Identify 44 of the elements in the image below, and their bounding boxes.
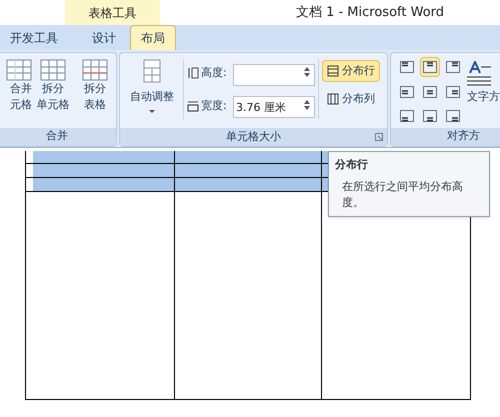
tooltip-text: 在所选行之间平均分布高度。 bbox=[341, 178, 464, 210]
context-tab-header: 表格工具 bbox=[65, 0, 160, 25]
align-icon bbox=[423, 86, 437, 98]
tooltip-title: 分布行 bbox=[335, 157, 369, 173]
text-direction-button[interactable]: 文字方 bbox=[467, 57, 500, 128]
column-width-icon bbox=[187, 100, 199, 112]
align-icon bbox=[446, 110, 460, 122]
spin-arrows-icon[interactable] bbox=[304, 98, 310, 110]
align-icon bbox=[423, 110, 437, 122]
spin-field[interactable]: 3.76 厘米 bbox=[233, 96, 315, 118]
ribbon-tab[interactable]: 布局 bbox=[130, 25, 176, 50]
spin-arrows-icon[interactable] bbox=[304, 66, 310, 78]
group-label: 对齐方 bbox=[391, 128, 500, 146]
table-icon bbox=[40, 59, 66, 81]
table-icon bbox=[143, 59, 161, 83]
align-icon bbox=[400, 61, 414, 73]
table-icon bbox=[6, 59, 32, 81]
dialog-launcher-icon[interactable] bbox=[375, 133, 383, 141]
ribbon-button[interactable]: 拆分 表格 bbox=[74, 53, 116, 128]
align-icon bbox=[446, 61, 460, 73]
ribbon-button[interactable]: 合并 元格 bbox=[0, 53, 32, 128]
field-label: 宽度: bbox=[201, 98, 228, 114]
ribbon-tab[interactable]: 设计 bbox=[78, 25, 130, 50]
align-icon bbox=[446, 86, 460, 98]
table-icon bbox=[82, 59, 108, 81]
distribute-button[interactable]: 分布列 bbox=[322, 88, 380, 110]
align-icon bbox=[423, 61, 437, 73]
align-icon bbox=[400, 86, 414, 98]
align-icon bbox=[400, 110, 414, 122]
group-label: 合并 bbox=[0, 128, 116, 146]
distribute-icon bbox=[327, 93, 339, 105]
distribute-icon bbox=[327, 65, 339, 77]
distribute-button[interactable]: 分布行 bbox=[322, 60, 380, 82]
window-title: 文档 1 - Microsoft Word bbox=[296, 4, 444, 22]
text-direction-icon bbox=[467, 61, 491, 87]
row-height-icon bbox=[187, 67, 199, 80]
group-label: 单元格大小 bbox=[225, 128, 282, 145]
ribbon-tab[interactable]: 开发工具 bbox=[0, 25, 68, 50]
alignment-button[interactable] bbox=[420, 57, 440, 77]
field-label: 高度: bbox=[201, 65, 228, 81]
dropdown-arrow-icon bbox=[149, 110, 155, 112]
ribbon-button[interactable]: 拆分 单元格 bbox=[32, 53, 74, 128]
spin-field[interactable] bbox=[233, 64, 315, 86]
autofit-button[interactable]: 自动调整 bbox=[124, 59, 180, 112]
